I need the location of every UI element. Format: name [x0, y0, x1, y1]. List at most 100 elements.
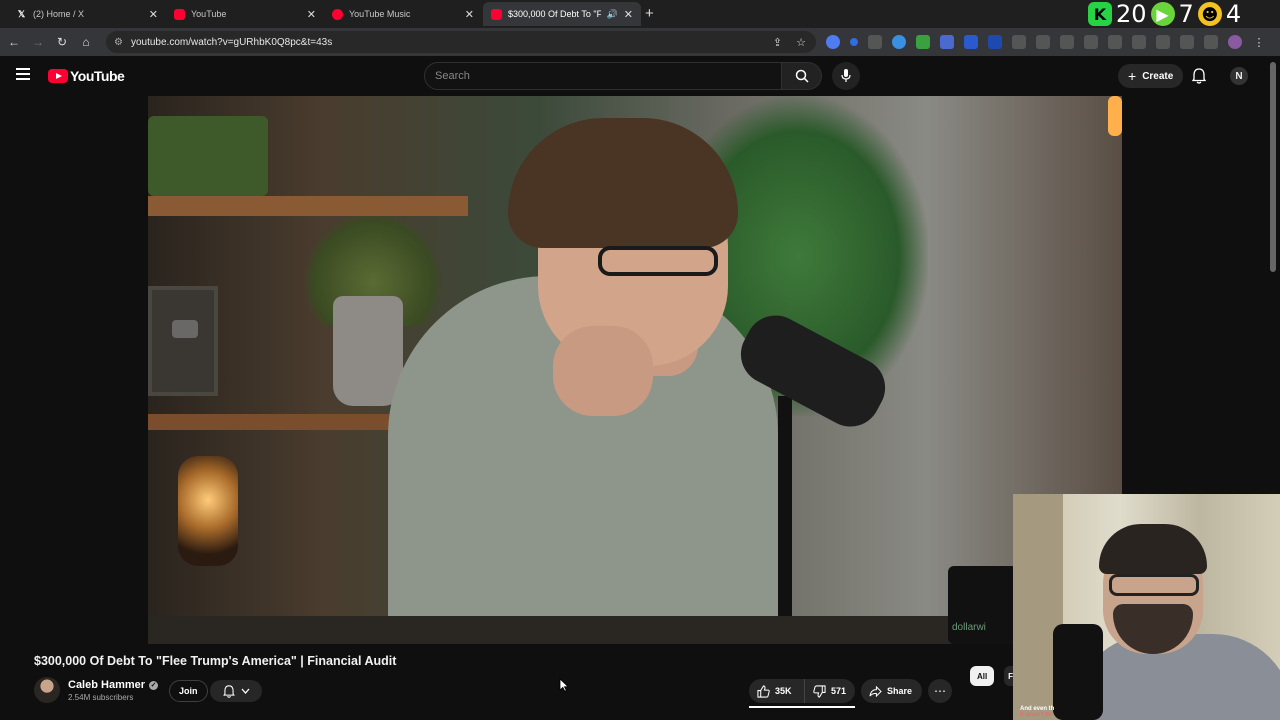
share-label: Share	[887, 686, 913, 696]
bell-icon	[222, 684, 235, 698]
kick-icon: K	[1088, 2, 1112, 26]
thumbs-down-icon	[813, 684, 826, 698]
close-icon[interactable]: ✕	[307, 8, 316, 21]
code-icon[interactable]	[1132, 35, 1146, 49]
reload-icon[interactable]: ↻	[50, 35, 74, 49]
install-icon[interactable]: ⇪	[773, 36, 782, 49]
channel-avatar[interactable]	[34, 677, 60, 703]
tab-x-home[interactable]: 𝕏 (2) Home / X ✕	[8, 2, 166, 26]
profile-avatar[interactable]: N	[1230, 67, 1248, 85]
like-ratio-bar	[749, 706, 855, 708]
extension-icon[interactable]	[850, 38, 858, 46]
stream-overlay-counters: K 20 ▶ 7 ☻ 4	[1088, 0, 1241, 28]
video-scene-light	[1108, 96, 1122, 136]
extension-icon[interactable]	[988, 35, 1002, 49]
like-button[interactable]: 35K	[749, 679, 805, 703]
search-button[interactable]	[782, 62, 822, 90]
extension-icon[interactable]	[1108, 35, 1122, 49]
webcam-person-glasses	[1109, 574, 1199, 596]
extension-icon[interactable]	[1012, 35, 1026, 49]
youtube-logo[interactable]: YouTube	[48, 68, 125, 84]
chip-all[interactable]: All	[970, 666, 995, 686]
mug-text: dollarwi	[952, 622, 986, 633]
channel-name: Caleb Hammer	[68, 679, 146, 691]
video-scene-lamp	[178, 456, 238, 566]
history-icon[interactable]	[1084, 35, 1098, 49]
caption-line: it wasn't be	[1020, 712, 1053, 718]
dislike-count: 571	[831, 686, 847, 696]
cursor-arrow-icon	[559, 678, 569, 692]
tab-youtube[interactable]: YouTube ✕	[166, 2, 324, 26]
create-label: Create	[1142, 70, 1174, 82]
counter-a: 20	[1116, 0, 1147, 28]
extension-icon[interactable]	[940, 35, 954, 49]
extension-icon[interactable]	[868, 35, 882, 49]
share-button[interactable]: Share	[861, 679, 923, 703]
more-horizontal-icon: ⋯	[934, 684, 946, 698]
extension-icon[interactable]	[826, 35, 840, 49]
address-bar[interactable]: ⚙ youtube.com/watch?v=gURhbK0Q8pc&t=43s …	[106, 31, 816, 53]
video-scene-shelf	[148, 196, 468, 216]
search-bar	[424, 62, 822, 90]
close-icon[interactable]: ✕	[149, 8, 158, 21]
counter-b: 7	[1178, 0, 1194, 28]
search-input[interactable]	[424, 62, 782, 90]
bell-icon	[1191, 68, 1207, 84]
extension-icon[interactable]	[1036, 35, 1050, 49]
menu-dots-icon[interactable]: ⋮	[1252, 35, 1266, 49]
counter-c: 4	[1225, 0, 1242, 28]
like-dislike-group: 35K 571	[749, 679, 855, 703]
youtube-header: YouTube + Create N	[0, 56, 1280, 96]
bookmark-star-icon[interactable]: ☆	[796, 36, 806, 49]
chip-all-label: All	[977, 671, 988, 681]
site-info-icon[interactable]: ⚙	[114, 37, 123, 48]
video-person-glasses	[598, 246, 718, 276]
face-icon: ☻	[1197, 2, 1222, 26]
tab-title: (2) Home / X	[33, 9, 85, 19]
new-tab-button[interactable]: +	[645, 5, 654, 22]
video-scene-mic-stand	[778, 396, 792, 644]
dislike-button[interactable]: 571	[805, 679, 846, 703]
extension-icon[interactable]	[964, 35, 978, 49]
youtube-icon	[491, 8, 502, 20]
video-player[interactable]: dollarwi	[148, 96, 1122, 644]
voice-search-button[interactable]	[832, 62, 860, 90]
video-scene-pot	[333, 296, 403, 406]
menu-icon[interactable]	[16, 68, 30, 80]
tab-current-video[interactable]: $300,000 Of Debt To "Flee Trump's Americ…	[483, 2, 641, 26]
video-scene-play-button-plaque	[148, 286, 218, 396]
puzzle-icon[interactable]	[1060, 35, 1074, 49]
create-button[interactable]: + Create	[1118, 64, 1184, 88]
profile-avatar-icon[interactable]	[1228, 35, 1242, 49]
extension-icon[interactable]	[1156, 35, 1170, 49]
close-icon[interactable]: ✕	[465, 8, 474, 21]
extension-icon[interactable]	[892, 35, 906, 49]
subscribed-notifications-button[interactable]	[210, 680, 262, 702]
more-actions-button[interactable]: ⋯	[928, 679, 952, 703]
verified-icon: ✓	[149, 680, 159, 690]
microphone-icon	[841, 69, 851, 82]
play-icon: ▶	[1150, 2, 1175, 26]
forward-icon[interactable]: →	[26, 35, 50, 49]
channel-name-link[interactable]: Caleb Hammer ✓	[68, 679, 159, 691]
video-scene-moss	[148, 116, 268, 196]
webcam-person-hair	[1099, 524, 1207, 574]
webcam-headphones	[1053, 624, 1103, 720]
tab-youtube-music[interactable]: YouTube Music ✕	[324, 2, 482, 26]
extension-icon[interactable]	[916, 35, 930, 49]
sidebar-icon[interactable]	[1180, 35, 1194, 49]
tab-title: YouTube Music	[349, 9, 411, 19]
speaker-icon[interactable]: 🔊	[607, 9, 618, 20]
back-icon[interactable]: ←	[2, 35, 26, 49]
subscriber-count: 2.54M subscribers	[68, 693, 134, 702]
downloads-icon[interactable]	[1204, 35, 1218, 49]
page-scrollbar[interactable]	[1270, 62, 1276, 272]
logo-text: YouTube	[70, 68, 125, 84]
close-icon[interactable]: ✕	[624, 8, 633, 21]
join-button[interactable]: Join	[169, 680, 208, 702]
search-icon	[795, 69, 809, 83]
browser-toolbar: ← → ↻ ⌂ ⚙ youtube.com/watch?v=gURhbK0Q8p…	[0, 28, 1280, 56]
home-icon[interactable]: ⌂	[74, 35, 98, 49]
x-icon: 𝕏	[17, 8, 26, 19]
notifications-button[interactable]	[1191, 68, 1207, 89]
